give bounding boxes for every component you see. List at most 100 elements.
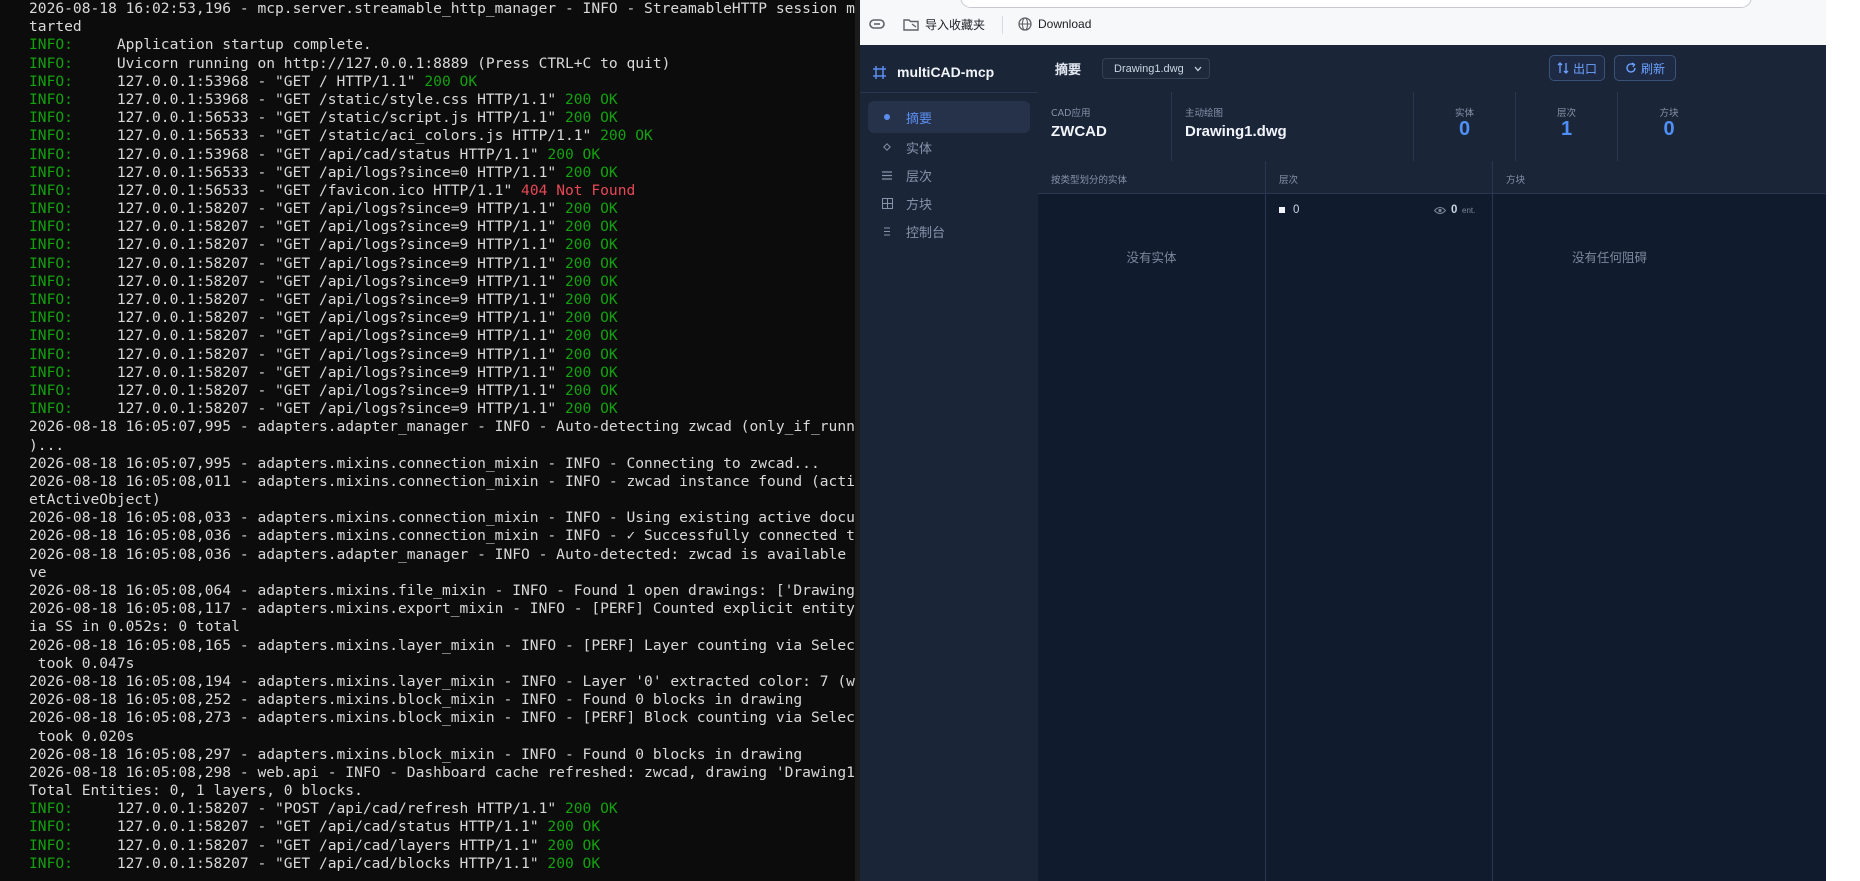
terminal-line: took 0.047s [29,654,135,672]
log-message: 127.0.0.1:58207 - "POST /api/cad/refresh… [72,800,565,818]
terminal-line: INFO: 127.0.0.1:58207 - "POST /api/cad/r… [29,800,858,818]
http-status: 200 OK [600,127,653,145]
terminal-line: INFO: 127.0.0.1:56533 - "GET /favicon.ic… [29,182,858,200]
stat-value: ZWCAD [1051,123,1107,140]
terminal-line: 2026-08-18 16:05:08,252 - adapters.mixin… [29,691,803,709]
terminal-line: INFO: 127.0.0.1:58207 - "GET /api/cad/st… [29,818,858,836]
http-status: 200 OK [564,90,618,108]
log-level: INFO: [29,145,73,163]
stat-label: CAD应用 [1051,108,1091,119]
terminal-line: INFO: 127.0.0.1:58207 - "GET /api/logs?s… [29,255,858,273]
drawing-select[interactable]: Drawing1.dwg [1102,58,1210,79]
stats-bar: CAD应用 ZWCAD 主动绘图 Drawing1.dwg 实体 0 层次 1 … [1038,92,1826,162]
log-level: INFO: [29,218,73,236]
http-status: 200 OK [547,145,601,163]
terminal-line: Total Entities: 0, 1 layers, 0 blocks. [29,782,363,800]
http-status: 200 OK [564,363,618,381]
panel-title: 按类型划分的实体 [1051,175,1128,186]
http-status: 200 OK [564,309,618,327]
stat-count: 1 [1560,118,1573,140]
log-message: 127.0.0.1:58207 - "GET /api/logs?since=9… [72,327,565,345]
bookmark-label: 导入收藏夹 [925,17,986,32]
layer-color-swatch [1279,207,1285,213]
terminal-line: ve [29,563,47,581]
chevron-down-icon [1194,66,1202,71]
log-message: 127.0.0.1:58207 - "GET /api/cad/layers H… [72,836,548,854]
log-message: 127.0.0.1:58207 - "GET /api/logs?since=9… [72,291,565,308]
browser-window: 导入收藏夹 Download multiCAD-mcp 摘要 实体 层次 方块 … [860,0,1826,881]
log-level: INFO: [29,381,73,399]
layers-icon [880,170,894,180]
sidebar-item-label: 控制台 [906,225,946,241]
terminal-line: INFO: 127.0.0.1:58207 - "GET /api/logs?s… [29,327,858,345]
log-level: INFO: [29,181,73,199]
http-status: 200 OK [547,818,601,836]
terminal-line: 2026-08-18 16:05:08,165 - adapters.mixin… [29,636,858,654]
log-message: 127.0.0.1:58207 - "GET /api/logs?since=9… [72,200,565,218]
export-button[interactable]: 出口 [1549,55,1605,81]
panel-title: 方块 [1506,175,1526,186]
layer-name: 0 [1293,204,1300,216]
layer-entity-count: 0 [1451,204,1458,216]
http-status: 404 Not Found [521,181,636,199]
terminal-line: 2026-08-18 16:05:07,995 - adapters.mixin… [29,454,820,472]
log-level: INFO: [29,90,73,108]
stat-label: 方块 [1659,108,1679,119]
sidebar-item-console[interactable]: 控制台 [868,215,1030,247]
panel-title: 层次 [1279,175,1299,186]
log-level: INFO: [29,72,73,90]
eye-icon[interactable] [1434,206,1446,215]
log-level: INFO: [29,345,73,363]
log-message: 127.0.0.1:58207 - "GET /api/logs?since=9… [72,218,565,236]
terminal-line: INFO: 127.0.0.1:58207 - "GET /api/cad/bl… [29,855,858,873]
address-bar[interactable] [960,0,1752,8]
terminal-line: INFO: 127.0.0.1:58207 - "GET /api/logs?s… [29,364,858,382]
log-message: 127.0.0.1:53968 - "GET /static/style.css… [72,90,565,108]
terminal-line: took 0.020s [29,727,135,745]
terminal-output: 2026-08-18 16:02:53,196 - mcp.server.str… [29,0,858,873]
refresh-button[interactable]: 刷新 [1614,55,1676,81]
log-level: INFO: [29,800,73,818]
http-status: 200 OK [564,272,618,290]
sidebar-item-label: 层次 [906,169,933,185]
log-level: INFO: [29,836,73,854]
terminal-line: 2026-08-18 16:05:08,194 - adapters.mixin… [29,672,858,690]
terminal-line: INFO: 127.0.0.1:58207 - "GET /api/logs?s… [29,400,858,418]
sidebar: multiCAD-mcp 摘要 实体 层次 方块 控制台 [860,45,1039,881]
sidebar-item-label: 摘要 [906,111,933,127]
http-status: 200 OK [564,109,618,127]
log-level: INFO: [29,127,73,145]
log-message: 127.0.0.1:58207 - "GET /api/cad/blocks H… [72,854,548,872]
terminal-line: INFO: 127.0.0.1:58207 - "GET /api/logs?s… [29,218,858,236]
log-message: 127.0.0.1:58207 - "GET /api/logs?since=9… [72,400,565,418]
log-message: 127.0.0.1:58207 - "GET /api/logs?since=9… [72,254,565,272]
log-message: 127.0.0.1:58207 - "GET /api/logs?since=9… [72,363,565,381]
terminal-line: INFO: Application startup complete. [29,36,858,54]
log-message: 127.0.0.1:53968 - "GET /api/cad/status H… [72,145,548,163]
dot-icon [880,113,894,121]
page-title: 摘要 [1055,63,1082,78]
bookmark-download[interactable]: Download [1018,14,1091,34]
globe-icon [1018,17,1032,31]
log-level: INFO: [29,854,73,872]
terminal-line: 2026-08-18 16:05:08,033 - adapters.mixin… [29,509,858,527]
log-message: 127.0.0.1:56533 - "GET /static/aci_color… [72,127,601,145]
log-level: INFO: [29,54,73,72]
http-status: 200 OK [564,400,618,418]
terminal-window[interactable]: 2026-08-18 16:02:53,196 - mcp.server.str… [0,0,858,881]
terminal-line: INFO: 127.0.0.1:58207 - "GET /api/logs?s… [29,273,858,291]
reading-list-button[interactable] [869,14,885,34]
entities-panel: 按类型划分的实体 没有实体 [1038,161,1266,881]
panel-header: 方块 [1493,161,1826,194]
sidebar-item-summary[interactable]: 摘要 [868,101,1030,133]
terminal-line: 2026-08-18 16:02:53,196 - mcp.server.str… [29,0,858,17]
bookmark-import-favorites[interactable]: 导入收藏夹 [903,14,985,34]
terminal-line: 2026-08-18 16:05:08,117 - adapters.mixin… [29,600,858,618]
log-level: INFO: [29,200,73,218]
layer-row[interactable]: 0 0 ent. [1279,203,1492,219]
log-level: INFO: [29,36,73,54]
stat-cad-app: CAD应用 ZWCAD [1038,92,1172,161]
stat-entities: 实体 0 [1414,92,1516,161]
terminal-line: )... [29,436,65,454]
terminal-line: 2026-08-18 16:05:07,995 - adapters.adapt… [29,418,858,436]
